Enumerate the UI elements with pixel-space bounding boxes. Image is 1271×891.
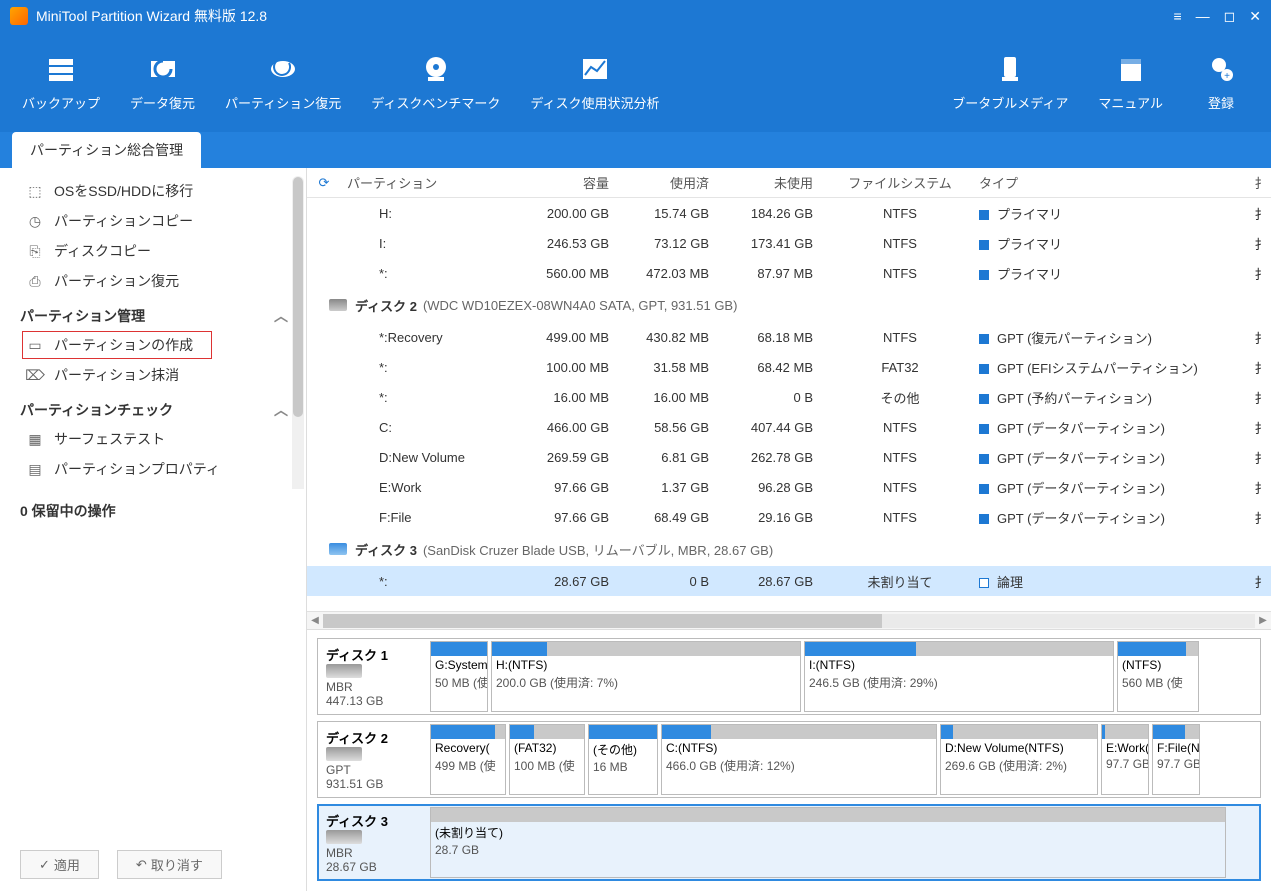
sidebar-icon: ▦ bbox=[26, 430, 44, 448]
disk-icon bbox=[329, 299, 347, 311]
sidebar-item[interactable]: ▭パーティションの作成 bbox=[22, 331, 212, 359]
diskmap-partition[interactable]: G:System r 50 MB (使 bbox=[430, 641, 488, 712]
disk-icon bbox=[326, 830, 362, 844]
toolbar-1[interactable]: データ復元 bbox=[118, 45, 207, 120]
grid-header: ⟳ パーティション 容量 使用済 未使用 ファイルシステム タイプ 扌 bbox=[307, 168, 1271, 198]
disk-icon bbox=[326, 664, 362, 678]
sidebar-section-manage[interactable]: パーティション管理︿ bbox=[0, 296, 302, 330]
disk-header[interactable]: ディスク 2(WDC WD10EZEX-08WN4A0 SATA, GPT, 9… bbox=[307, 288, 1271, 322]
table-row[interactable]: E:Work 97.66 GB 1.37 GB 96.28 GB NTFS GP… bbox=[307, 472, 1271, 502]
toolbar-icon bbox=[1115, 53, 1147, 85]
toolbar-icon bbox=[420, 53, 452, 85]
sidebar-item[interactable]: ⬚OSをSSD/HDDに移行 bbox=[0, 176, 302, 206]
sidebar-icon: ⌦ bbox=[26, 366, 44, 384]
tab-partition-management[interactable]: パーティション総合管理 bbox=[12, 132, 201, 168]
diskmap-row[interactable]: ディスク 1 MBR 447.13 GB G:System r 50 MB (使… bbox=[317, 638, 1261, 715]
diskmap-head: ディスク 1 MBR 447.13 GB bbox=[320, 641, 430, 712]
diskmap-head: ディスク 2 GPT 931.51 GB bbox=[320, 724, 430, 795]
diskmap-row[interactable]: ディスク 3 MBR 28.67 GB (未割り当て) 28.7 GB bbox=[317, 804, 1261, 881]
toolbar-2[interactable]: パーティション復元 bbox=[213, 45, 353, 120]
diskmap-partition[interactable]: (NTFS) 560 MB (使 bbox=[1117, 641, 1199, 712]
chevron-up-icon: ︿ bbox=[274, 306, 288, 326]
sidebar-item[interactable]: ⌦パーティション抹消 bbox=[0, 360, 302, 390]
undo-icon: ↶ bbox=[136, 857, 147, 873]
diskmap-partition[interactable]: H:(NTFS) 200.0 GB (使用済: 7%) bbox=[491, 641, 801, 712]
table-row[interactable]: F:File 97.66 GB 68.49 GB 29.16 GB NTFS G… bbox=[307, 502, 1271, 532]
sidebar-icon: ▭ bbox=[26, 336, 44, 354]
sidebar-item[interactable]: ◷パーティションコピー bbox=[0, 206, 302, 236]
table-row[interactable]: C: 466.00 GB 58.56 GB 407.44 GB NTFS GPT… bbox=[307, 412, 1271, 442]
close-icon[interactable]: ✕ bbox=[1249, 8, 1261, 25]
diskmap-partition[interactable]: (FAT32) 100 MB (使 bbox=[509, 724, 585, 795]
sidebar-item[interactable]: ⎙パーティション復元 bbox=[0, 266, 302, 296]
table-row[interactable]: D:New Volume 269.59 GB 6.81 GB 262.78 GB… bbox=[307, 442, 1271, 472]
toolbar-0[interactable]: バックアップ bbox=[10, 45, 112, 120]
grid-hscroll[interactable]: ◀▶ bbox=[307, 611, 1271, 629]
diskmap-partition[interactable]: F:File(N 97.7 GB bbox=[1152, 724, 1200, 795]
chevron-up-icon: ︿ bbox=[274, 400, 288, 420]
table-row[interactable]: I: 246.53 GB 73.12 GB 173.41 GB NTFS プライ… bbox=[307, 228, 1271, 258]
toolbar-icon bbox=[579, 53, 611, 85]
diskmap-row[interactable]: ディスク 2 GPT 931.51 GB Recovery( 499 MB (使… bbox=[317, 721, 1261, 798]
refresh-icon[interactable]: ⟳ bbox=[307, 175, 341, 191]
sidebar-item[interactable]: ▤パーティションプロパティ bbox=[0, 454, 302, 484]
toolbar-icon bbox=[994, 53, 1026, 85]
toolbar-icon bbox=[147, 53, 179, 85]
diskmap-partition[interactable]: C:(NTFS) 466.0 GB (使用済: 12%) bbox=[661, 724, 937, 795]
svg-text:+: + bbox=[1224, 71, 1230, 82]
sidebar-icon: ◷ bbox=[26, 212, 44, 230]
table-row[interactable]: *: 560.00 MB 472.03 MB 87.97 MB NTFS プライ… bbox=[307, 258, 1271, 288]
toolbar-icon: + bbox=[1205, 53, 1237, 85]
app-title: MiniTool Partition Wizard 無料版 12.8 bbox=[36, 6, 1173, 26]
toolbar-icon bbox=[267, 53, 299, 85]
sidebar-scrollbar[interactable] bbox=[292, 176, 304, 489]
disk-header[interactable]: ディスク 3(SanDisk Cruzer Blade USB, リムーバブル,… bbox=[307, 532, 1271, 566]
diskmap-partition[interactable]: D:New Volume(NTFS) 269.6 GB (使用済: 2%) bbox=[940, 724, 1098, 795]
table-row[interactable]: *:Recovery 499.00 MB 430.82 MB 68.18 MB … bbox=[307, 322, 1271, 352]
maximize-icon[interactable]: ◻ bbox=[1224, 8, 1236, 25]
sidebar-item[interactable]: ⎘ディスクコピー bbox=[0, 236, 302, 266]
sidebar-icon: ⬚ bbox=[26, 182, 44, 200]
diskmap-head: ディスク 3 MBR 28.67 GB bbox=[320, 807, 430, 878]
toolbar-r-2[interactable]: +登録 bbox=[1181, 45, 1261, 120]
table-row[interactable]: *: 28.67 GB 0 B 28.67 GB 未割り当て 論理 扌 bbox=[307, 566, 1271, 596]
diskmap-partition[interactable]: (未割り当て) 28.7 GB bbox=[430, 807, 1226, 878]
app-logo bbox=[10, 7, 28, 25]
check-icon: ✓ bbox=[39, 857, 50, 873]
sidebar-item[interactable]: ⎙データ復元 bbox=[0, 484, 302, 489]
diskmap-partition[interactable]: (その他) 16 MB bbox=[588, 724, 658, 795]
diskmap-partition[interactable]: Recovery( 499 MB (使 bbox=[430, 724, 506, 795]
table-row[interactable]: *: 100.00 MB 31.58 MB 68.42 MB FAT32 GPT… bbox=[307, 352, 1271, 382]
toolbar-r-1[interactable]: マニュアル bbox=[1086, 45, 1175, 120]
sidebar-icon: ⎙ bbox=[26, 272, 44, 290]
toolbar-4[interactable]: ディスク使用状況分析 bbox=[518, 45, 671, 120]
toolbar-3[interactable]: ディスクベンチマーク bbox=[359, 45, 512, 120]
diskmap-partition[interactable]: E:Work( 97.7 GB bbox=[1101, 724, 1149, 795]
table-row[interactable]: *: 16.00 MB 16.00 MB 0 B その他 GPT (予約パーティ… bbox=[307, 382, 1271, 412]
menu-icon[interactable]: ≡ bbox=[1173, 8, 1181, 25]
toolbar-r-0[interactable]: ブータブルメディア bbox=[940, 45, 1080, 120]
sidebar-item[interactable]: ▦サーフェステスト bbox=[0, 424, 302, 454]
usb-icon bbox=[329, 543, 347, 555]
minimize-icon[interactable]: — bbox=[1196, 8, 1210, 25]
sidebar-icon: ▤ bbox=[26, 460, 44, 478]
table-row[interactable]: H: 200.00 GB 15.74 GB 184.26 GB NTFS プライ… bbox=[307, 198, 1271, 228]
pending-operations: 0 保留中の操作 bbox=[0, 489, 306, 533]
sidebar-section-check[interactable]: パーティションチェック︿ bbox=[0, 390, 302, 424]
cancel-button[interactable]: ↶取り消す bbox=[117, 850, 222, 879]
sidebar-icon: ⎘ bbox=[26, 242, 44, 260]
toolbar-icon bbox=[45, 53, 77, 85]
diskmap-partition[interactable]: I:(NTFS) 246.5 GB (使用済: 29%) bbox=[804, 641, 1114, 712]
apply-button[interactable]: ✓適用 bbox=[20, 850, 99, 879]
disk-icon bbox=[326, 747, 362, 761]
